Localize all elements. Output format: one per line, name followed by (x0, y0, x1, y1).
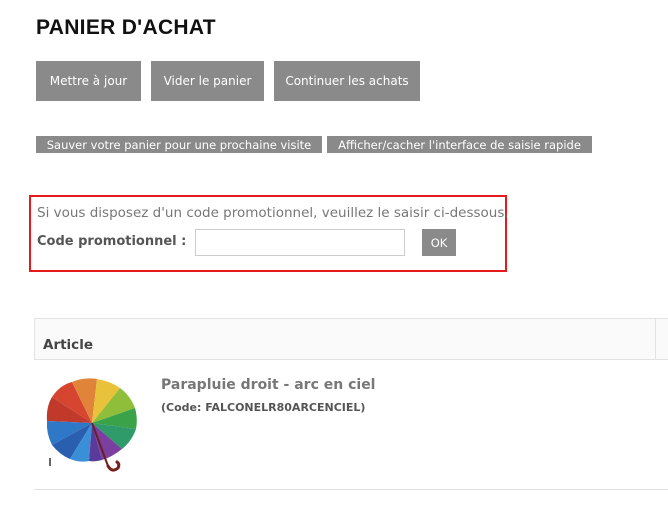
cart-table: Article Parapluie droit - arc en ciel (C… (34, 318, 668, 490)
promo-submit-button[interactable]: OK (422, 229, 456, 256)
product-name[interactable]: Parapluie droit - arc en ciel (161, 377, 375, 393)
empty-cart-button[interactable]: Vider le panier (151, 61, 264, 101)
update-cart-button[interactable]: Mettre à jour (36, 61, 141, 101)
page-title: PANIER D'ACHAT (36, 16, 216, 39)
toggle-quick-entry-button[interactable]: Afficher/cacher l'interface de saisie ra… (327, 136, 592, 153)
cart-table-header: Article (34, 318, 668, 360)
save-cart-button[interactable]: Sauver votre panier pour une prochaine v… (36, 136, 322, 153)
continue-shopping-button[interactable]: Continuer les achats (274, 61, 420, 101)
rainbow-umbrella-image[interactable] (40, 378, 140, 473)
promo-code-section: Si vous disposez d'un code promotionnel,… (29, 195, 509, 272)
promo-code-label: Code promotionnel : (37, 234, 187, 249)
product-code: (Code: FALCONELR80ARCENCIEL) (161, 401, 366, 414)
promo-instructions: Si vous disposez d'un code promotionnel,… (37, 205, 509, 221)
table-row: Parapluie droit - arc en ciel (Code: FAL… (34, 360, 668, 490)
promo-code-input[interactable] (195, 229, 405, 256)
column-header-article: Article (43, 337, 93, 353)
column-divider (655, 319, 656, 359)
